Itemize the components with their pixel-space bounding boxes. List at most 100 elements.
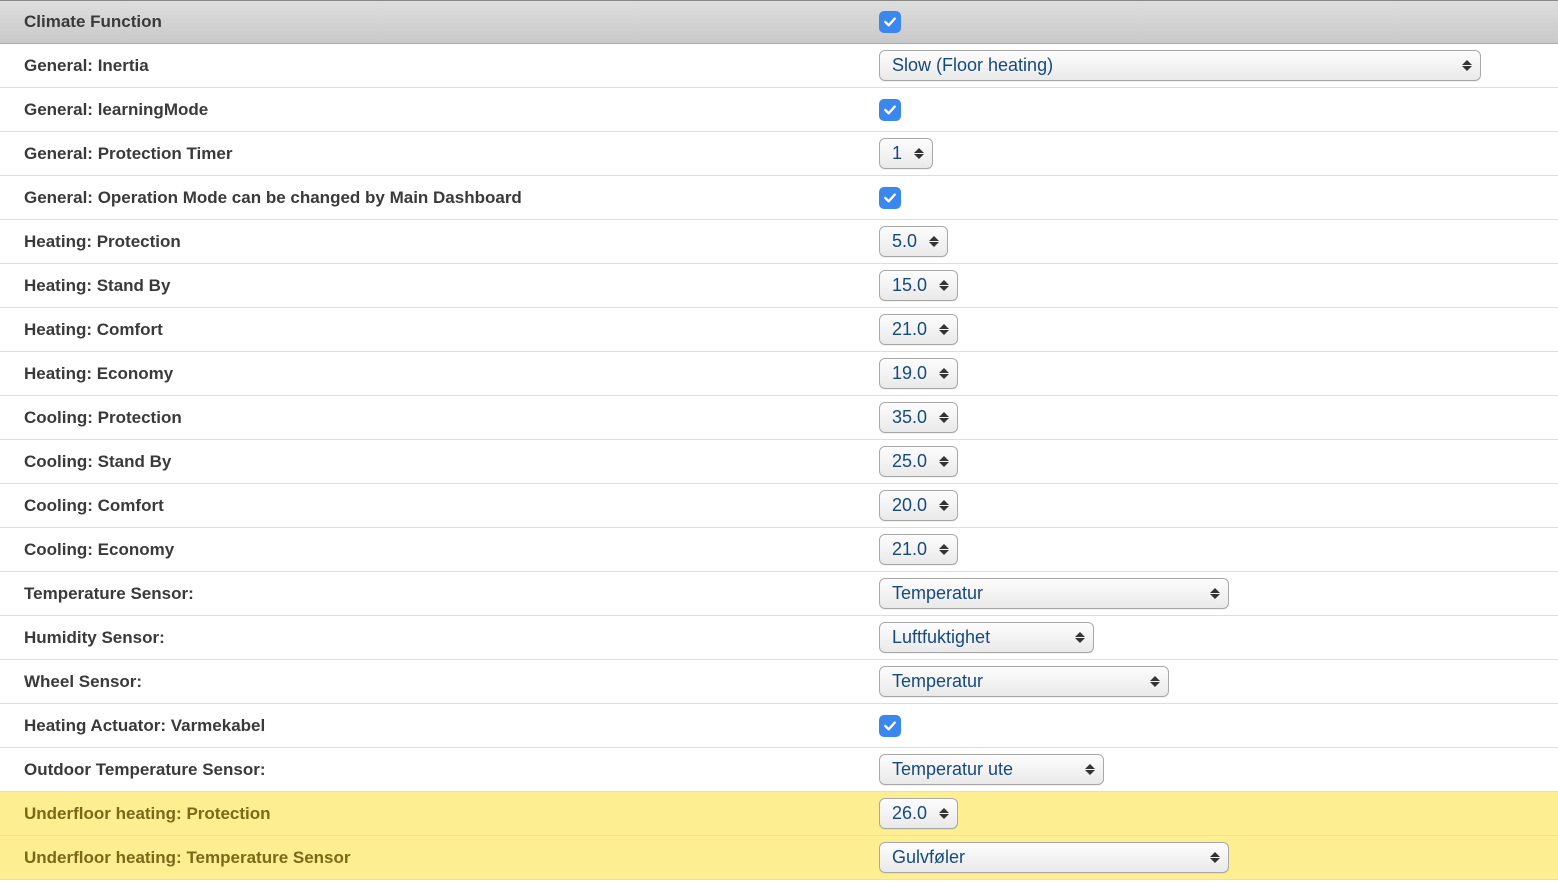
updown-caret-icon [937, 808, 951, 819]
control-col-heating-protection: 5.0 [879, 226, 1558, 257]
row-heating-economy: Heating: Economy 19.0 [0, 352, 1558, 396]
row-heating-standby: Heating: Stand By 15.0 [0, 264, 1558, 308]
select-value-general-inertia: Slow (Floor heating) [892, 55, 1053, 76]
control-col-cooling-standby: 25.0 [879, 446, 1558, 477]
label-underfloor-temp-sensor: Underfloor heating: Temperature Sensor [24, 848, 879, 868]
row-temperature-sensor: Temperature Sensor:Temperatur [0, 572, 1558, 616]
checkbox-heating-actuator-varmekabel[interactable] [879, 715, 901, 737]
control-col-heating-comfort: 21.0 [879, 314, 1558, 345]
row-cooling-comfort: Cooling: Comfort20.0 [0, 484, 1558, 528]
row-heating-protection: Heating: Protection5.0 [0, 220, 1558, 264]
updown-caret-icon [937, 324, 951, 335]
select-value-underfloor-protection: 26.0 [892, 803, 927, 824]
control-col-humidity-sensor: Luftfuktighet [879, 622, 1558, 653]
updown-caret-icon [937, 500, 951, 511]
select-outdoor-temperature-sensor[interactable]: Temperatur ute [879, 754, 1104, 785]
row-humidity-sensor: Humidity Sensor:Luftfuktighet [0, 616, 1558, 660]
row-general-protection-timer: General: Protection Timer 1 [0, 132, 1558, 176]
select-heating-comfort[interactable]: 21.0 [879, 314, 958, 345]
select-cooling-comfort[interactable]: 20.0 [879, 490, 958, 521]
select-value-underfloor-temp-sensor: Gulvføler [892, 847, 965, 868]
label-cooling-protection: Cooling: Protection [24, 408, 879, 428]
label-heating-standby: Heating: Stand By [24, 276, 879, 296]
select-value-outdoor-temperature-sensor: Temperatur ute [892, 759, 1013, 780]
select-value-cooling-economy: 21.0 [892, 539, 927, 560]
control-col-outdoor-temperature-sensor: Temperatur ute [879, 754, 1558, 785]
select-heating-standby[interactable]: 15.0 [879, 270, 958, 301]
control-col-cooling-economy: 21.0 [879, 534, 1558, 565]
select-heating-protection[interactable]: 5.0 [879, 226, 948, 257]
updown-caret-icon [1083, 764, 1097, 775]
select-value-cooling-protection: 35.0 [892, 407, 927, 428]
label-heating-comfort: Heating: Comfort [24, 320, 879, 340]
row-general-opmode-main: General: Operation Mode can be changed b… [0, 176, 1558, 220]
label-cooling-economy: Cooling: Economy [24, 540, 879, 560]
label-outdoor-temperature-sensor: Outdoor Temperature Sensor: [24, 760, 879, 780]
label-heating-economy: Heating: Economy [24, 364, 879, 384]
row-general-inertia: General: Inertia Slow (Floor heating) [0, 44, 1558, 88]
updown-caret-icon [937, 280, 951, 291]
control-col-heating-economy: 19.0 [879, 358, 1558, 389]
select-cooling-standby[interactable]: 25.0 [879, 446, 958, 477]
row-cooling-protection: Cooling: Protection 35.0 [0, 396, 1558, 440]
label-general-protection-timer: General: Protection Timer [24, 144, 879, 164]
select-value-heating-standby: 15.0 [892, 275, 927, 296]
select-value-heating-comfort: 21.0 [892, 319, 927, 340]
updown-caret-icon [927, 236, 941, 247]
row-general-learningmode: General: learningMode [0, 88, 1558, 132]
updown-caret-icon [1073, 632, 1087, 643]
updown-caret-icon [937, 368, 951, 379]
row-underfloor-temp-sensor: Underfloor heating: Temperature Sensor Gu… [0, 836, 1558, 880]
control-col-underfloor-temp-sensor: Gulvføler [879, 842, 1558, 873]
label-cooling-standby: Cooling: Stand By [24, 452, 879, 472]
row-heating-actuator-varmekabel: Heating Actuator: Varmekabel [0, 704, 1558, 748]
row-cooling-standby: Cooling: Stand By 25.0 [0, 440, 1558, 484]
label-general-inertia: General: Inertia [24, 56, 879, 76]
checkbox-climate-function[interactable] [879, 11, 901, 33]
label-heating-protection: Heating: Protection [24, 232, 879, 252]
updown-caret-icon [1148, 676, 1162, 687]
control-col-cooling-comfort: 20.0 [879, 490, 1558, 521]
checkbox-general-opmode-main[interactable] [879, 187, 901, 209]
label-climate-function: Climate Function [24, 12, 879, 32]
control-col-heating-standby: 15.0 [879, 270, 1558, 301]
updown-caret-icon [912, 148, 926, 159]
control-col-heating-actuator-varmekabel [879, 715, 1558, 737]
select-value-humidity-sensor: Luftfuktighet [892, 627, 990, 648]
select-value-general-protection-timer: 1 [892, 143, 902, 164]
control-col-general-protection-timer: 1 [879, 138, 1558, 169]
label-underfloor-protection: Underfloor heating: Protection [24, 804, 879, 824]
label-general-learningmode: General: learningMode [24, 100, 879, 120]
label-heating-actuator-varmekabel: Heating Actuator: Varmekabel [24, 716, 879, 736]
select-general-protection-timer[interactable]: 1 [879, 138, 933, 169]
select-value-cooling-standby: 25.0 [892, 451, 927, 472]
control-col-general-opmode-main [879, 187, 1558, 209]
updown-caret-icon [937, 456, 951, 467]
control-col-general-inertia: Slow (Floor heating) [879, 50, 1558, 81]
control-col-general-learningmode [879, 99, 1558, 121]
control-col-temperature-sensor: Temperatur [879, 578, 1558, 609]
checkbox-general-learningmode[interactable] [879, 99, 901, 121]
select-cooling-protection[interactable]: 35.0 [879, 402, 958, 433]
select-heating-economy[interactable]: 19.0 [879, 358, 958, 389]
select-temperature-sensor[interactable]: Temperatur [879, 578, 1229, 609]
select-humidity-sensor[interactable]: Luftfuktighet [879, 622, 1094, 653]
label-wheel-sensor: Wheel Sensor: [24, 672, 879, 692]
select-underfloor-protection[interactable]: 26.0 [879, 798, 958, 829]
row-wheel-sensor: Wheel Sensor: Temperatur [0, 660, 1558, 704]
label-cooling-comfort: Cooling: Comfort [24, 496, 879, 516]
updown-caret-icon [937, 544, 951, 555]
updown-caret-icon [1208, 588, 1222, 599]
updown-caret-icon [937, 412, 951, 423]
row-climate-function: Climate Function [0, 0, 1558, 44]
row-heating-comfort: Heating: Comfort 21.0 [0, 308, 1558, 352]
row-outdoor-temperature-sensor: Outdoor Temperature Sensor: Temperatur ut… [0, 748, 1558, 792]
select-wheel-sensor[interactable]: Temperatur [879, 666, 1169, 697]
select-value-heating-economy: 19.0 [892, 363, 927, 384]
select-general-inertia[interactable]: Slow (Floor heating) [879, 50, 1481, 81]
select-cooling-economy[interactable]: 21.0 [879, 534, 958, 565]
select-value-temperature-sensor: Temperatur [892, 583, 983, 604]
select-underfloor-temp-sensor[interactable]: Gulvføler [879, 842, 1229, 873]
select-value-wheel-sensor: Temperatur [892, 671, 983, 692]
control-col-wheel-sensor: Temperatur [879, 666, 1558, 697]
